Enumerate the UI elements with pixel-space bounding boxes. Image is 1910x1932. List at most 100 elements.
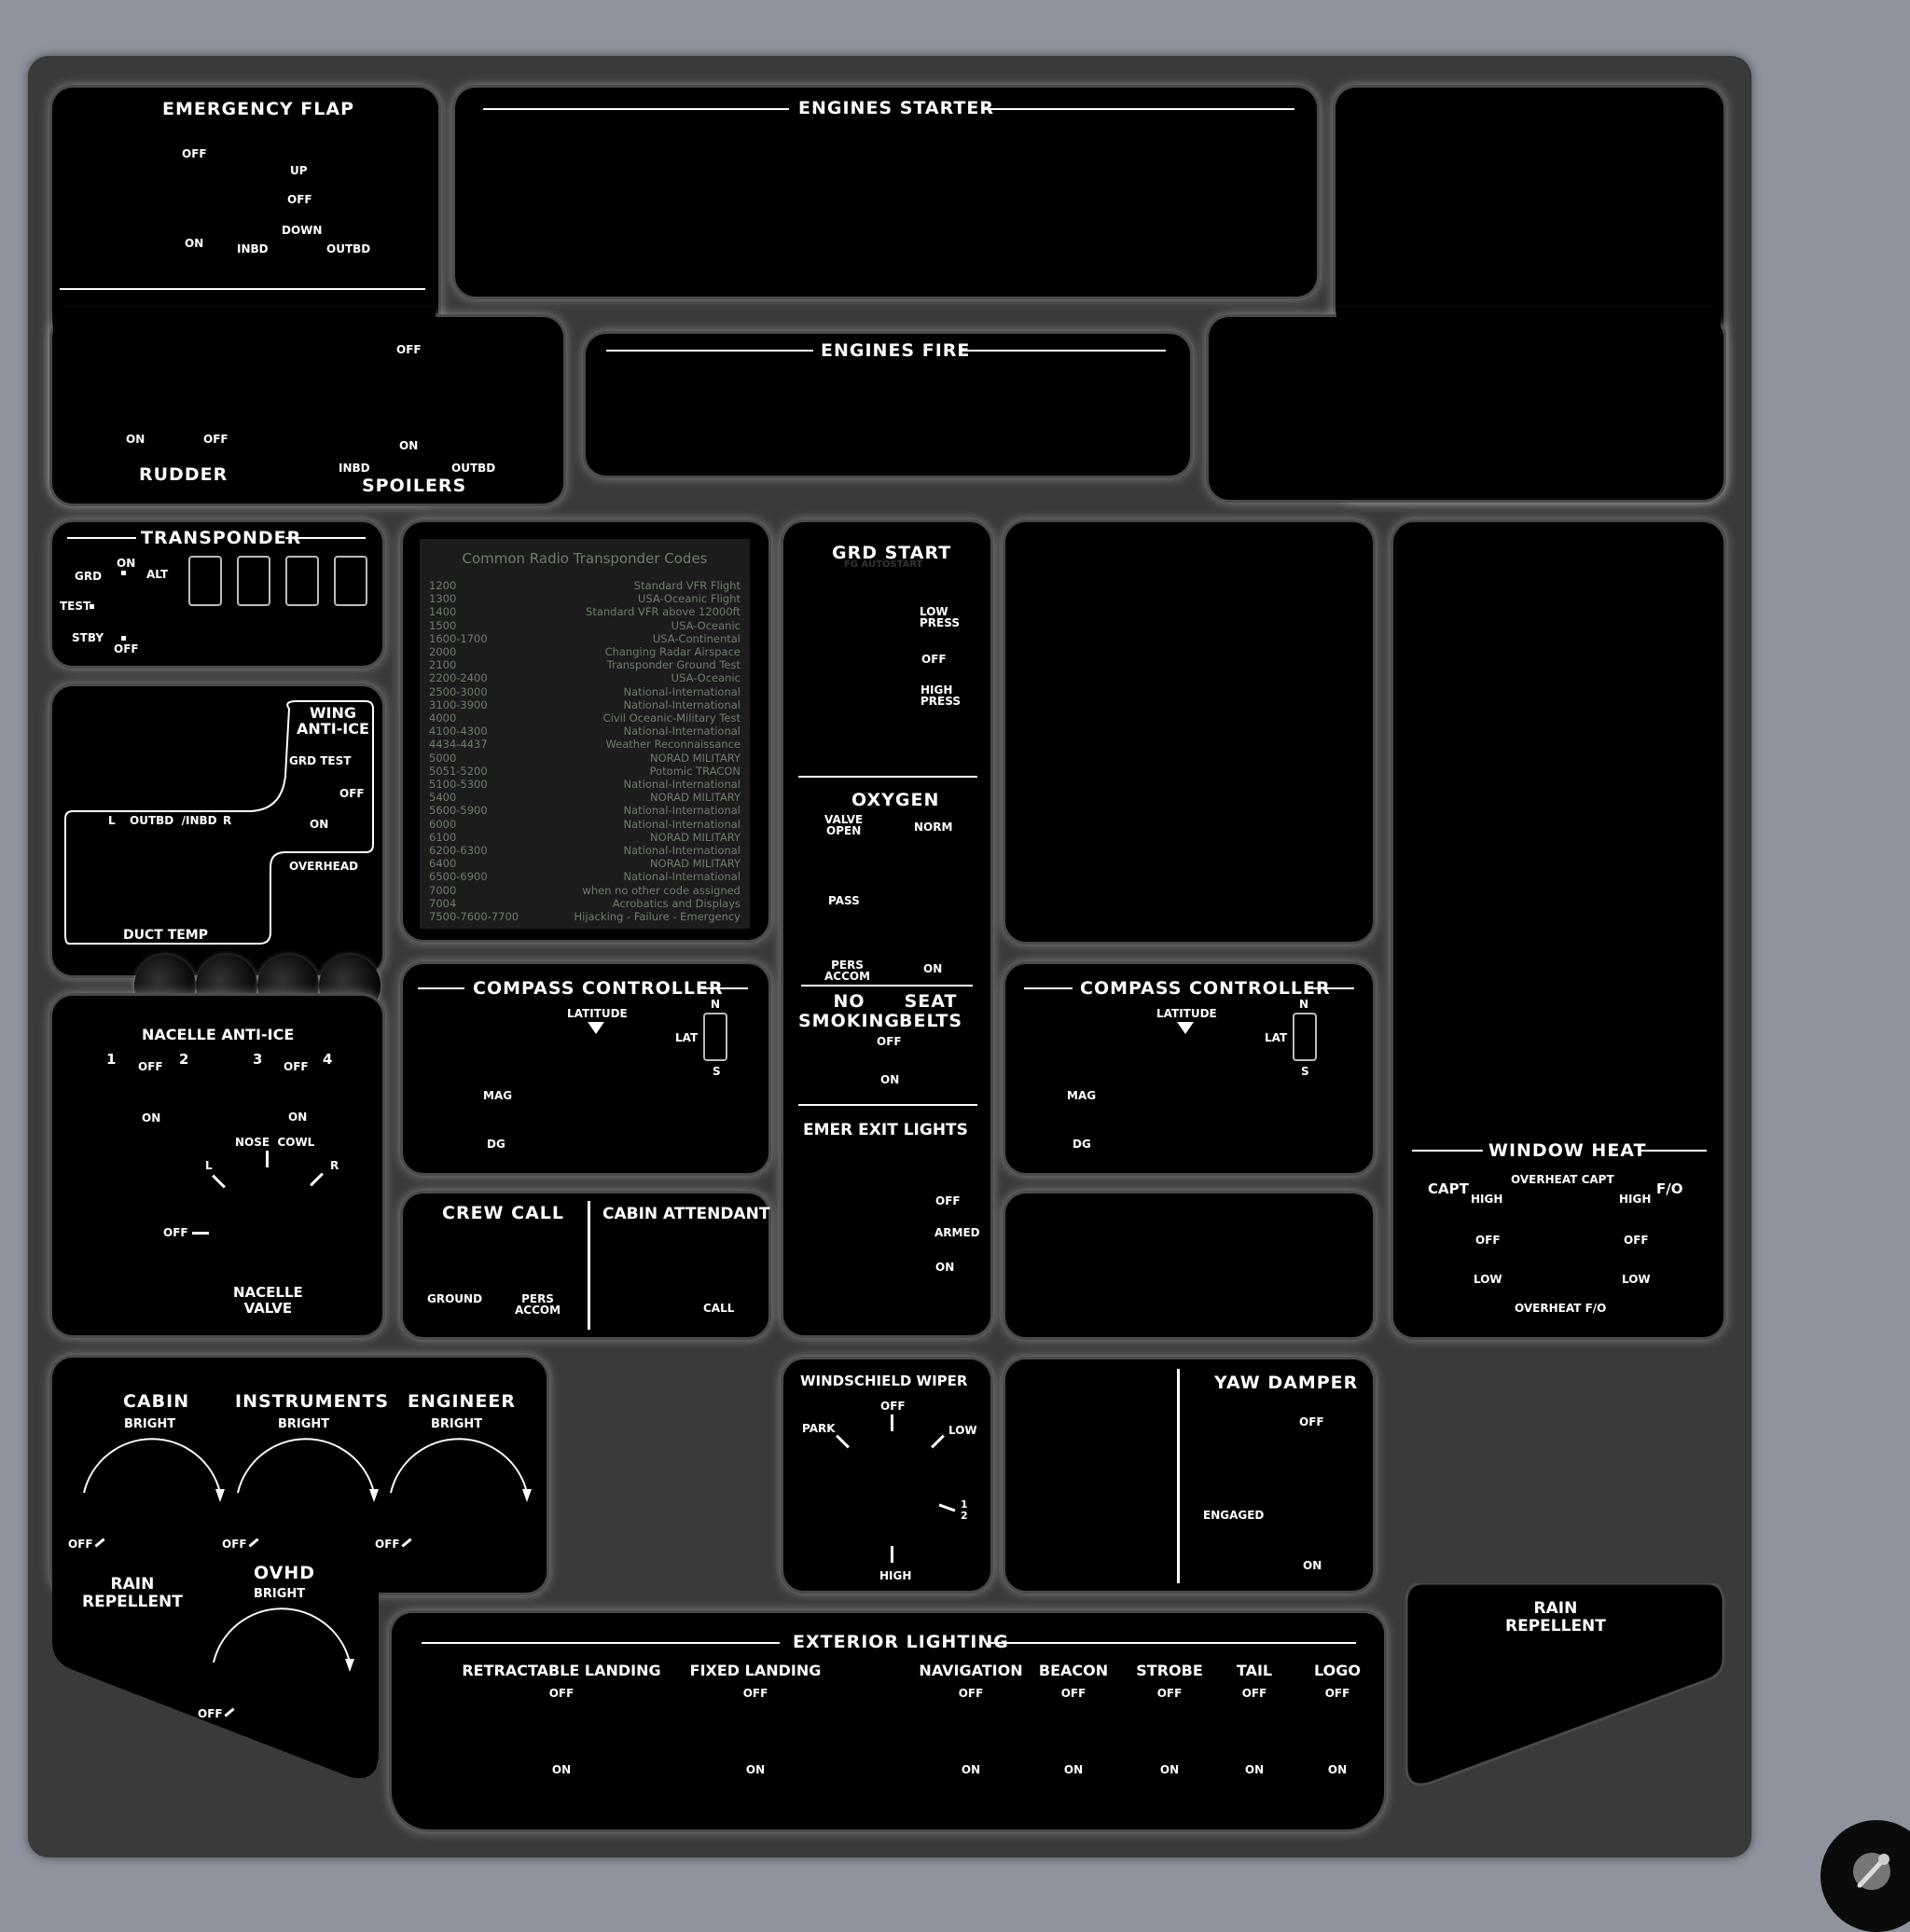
xpdr-stby-label[interactable]: STBY [72,632,104,643]
code-value: 6400 [429,857,457,871]
middle-right-panel [1005,522,1373,942]
ext-light-on[interactable]: ON [746,1764,765,1775]
wiper-park-label[interactable]: PARK [802,1423,836,1434]
ext-light-off[interactable]: OFF [1325,1688,1350,1699]
oxygen-valve-open-label[interactable]: VALVE OPEN [824,814,863,836]
oxygen-norm-label[interactable]: NORM [914,821,952,833]
oxygen-pers-accom-label[interactable]: PERS ACCOM [824,959,870,982]
ovhd-rheostat-arc[interactable] [202,1590,361,1692]
compass-right-dg-label[interactable]: DG [1073,1138,1091,1150]
yaw-off-label[interactable]: OFF [1299,1416,1324,1428]
wiper-off-label[interactable]: OFF [880,1401,906,1412]
code-description: USA-Oceanic [671,618,740,632]
emer-on-label[interactable]: ON [935,1262,954,1273]
code-value: 3100-3900 [429,697,488,711]
nacelle-valve-off-label[interactable]: OFF [163,1227,188,1238]
nacelle-on-2[interactable]: ON [288,1111,307,1123]
nacelle-off-1[interactable]: OFF [138,1061,163,1072]
ext-light-off[interactable]: OFF [743,1688,768,1699]
nacelle-off-2[interactable]: OFF [284,1061,309,1072]
code-description: National-International [623,817,740,831]
code-value: 2100 [429,658,457,672]
compass-right-title: COMPASS CONTROLLER [1080,978,1331,999]
compass-left-lat-switch[interactable] [703,1013,727,1061]
engineer-off-label[interactable]: OFF [375,1539,400,1550]
code-value: 1400 [429,605,457,619]
wing-grd-test-label[interactable]: GRD TEST [289,755,351,766]
code-value: 6100 [429,830,457,844]
nacelle-r-label: R [330,1159,339,1172]
ext-light-on[interactable]: ON [1328,1764,1347,1775]
signs-off-label[interactable]: OFF [877,1036,902,1047]
wh-off-right[interactable]: OFF [1624,1235,1649,1246]
compass-right-latitude-label: LATITUDE [1156,1007,1217,1020]
crew-pers-accom-button[interactable]: PERS ACCOM [515,1293,561,1316]
engineer-rheostat-arc[interactable] [380,1420,538,1523]
cabin-attendant-call-button[interactable]: CALL [703,1303,734,1314]
grd-off-label[interactable]: OFF [921,654,947,665]
wiper-low-label[interactable]: LOW [948,1425,977,1436]
ext-light-off[interactable]: OFF [1157,1688,1183,1699]
emer-armed-label[interactable]: ARMED [934,1227,980,1238]
oxygen-on-label[interactable]: ON [923,963,942,974]
xpdr-test-label[interactable]: TEST [60,600,90,612]
wh-off-left[interactable]: OFF [1475,1235,1501,1246]
ext-light-off[interactable]: OFF [1061,1688,1086,1699]
flap-outbd-label: OUTBD [326,242,371,255]
ext-light-on[interactable]: ON [1160,1764,1179,1775]
code-description: when no other code assigned [582,883,740,897]
ext-light-on[interactable]: ON [1064,1764,1083,1775]
wh-high-right[interactable]: HIGH [1619,1194,1651,1205]
wing-overhead-label: OVERHEAD [289,860,359,873]
xpdr-on-label[interactable]: ON [117,558,135,569]
ovhd-off-label[interactable]: OFF [198,1708,223,1719]
ext-light-on[interactable]: ON [552,1764,571,1775]
xpdr-code-digit-1[interactable] [188,556,222,606]
code-value: 4100-4300 [429,724,488,738]
compass-left-mag-label[interactable]: MAG [483,1090,512,1101]
wh-low-left[interactable]: LOW [1474,1274,1502,1285]
ext-line-left [422,1642,780,1644]
compass-r-line-left [1024,987,1073,989]
emer-off-label[interactable]: OFF [935,1195,961,1207]
cabin-rheostat-arc[interactable] [73,1420,231,1523]
compass-left-dg-label[interactable]: DG [487,1138,505,1150]
wh-high-left[interactable]: HIGH [1471,1194,1502,1205]
xpdr-code-digit-3[interactable] [285,556,319,606]
cabin-off-label[interactable]: OFF [68,1539,93,1550]
instruments-off-label[interactable]: OFF [222,1539,247,1550]
wiper-high-label[interactable]: HIGH [879,1570,911,1581]
yaw-on-label[interactable]: ON [1303,1560,1322,1571]
wing-on-label[interactable]: ON [310,819,328,830]
xpdr-alt-label[interactable]: ALT [146,569,168,580]
wing-off-label[interactable]: OFF [339,788,365,799]
signs-on-label[interactable]: ON [880,1074,899,1085]
nacelle-on-1[interactable]: ON [142,1112,160,1124]
ext-light-off[interactable]: OFF [959,1688,984,1699]
xpdr-code-digit-4[interactable] [334,556,367,606]
latitude-pointer-icon[interactable] [1177,1022,1194,1034]
grd-high-press-label[interactable]: HIGH PRESS [920,684,961,707]
compass-right-mag-label[interactable]: MAG [1067,1090,1096,1101]
settings-wrench-icon[interactable] [1820,1820,1910,1932]
compass-right-lat-switch[interactable] [1293,1013,1317,1061]
xpdr-off-label[interactable]: OFF [114,643,139,655]
code-value: 5600-5900 [429,804,488,818]
crew-ground-button[interactable]: GROUND [427,1293,482,1304]
xpdr-code-digit-2[interactable] [237,556,270,606]
ext-light-label: TAIL [1236,1662,1273,1679]
ext-light-off[interactable]: OFF [1242,1688,1267,1699]
instruments-rheostat-arc[interactable] [227,1420,385,1523]
wh-low-right[interactable]: LOW [1622,1274,1651,1285]
transponder-title: TRANSPONDER [141,528,302,548]
ext-light-off[interactable]: OFF [549,1688,574,1699]
code-value: 1500 [429,618,457,632]
wiper-half-label[interactable]: 1 2 [961,1498,968,1522]
emergency-flap-title: EMERGENCY FLAP [162,99,355,119]
latitude-pointer-icon[interactable] [588,1022,604,1034]
xpdr-grd-label[interactable]: GRD [75,571,102,582]
ext-light-on[interactable]: ON [1245,1764,1264,1775]
ext-light-on[interactable]: ON [962,1764,980,1775]
grd-low-press-label[interactable]: LOW PRESS [920,606,960,628]
oxygen-pass-label[interactable]: PASS [828,895,860,906]
